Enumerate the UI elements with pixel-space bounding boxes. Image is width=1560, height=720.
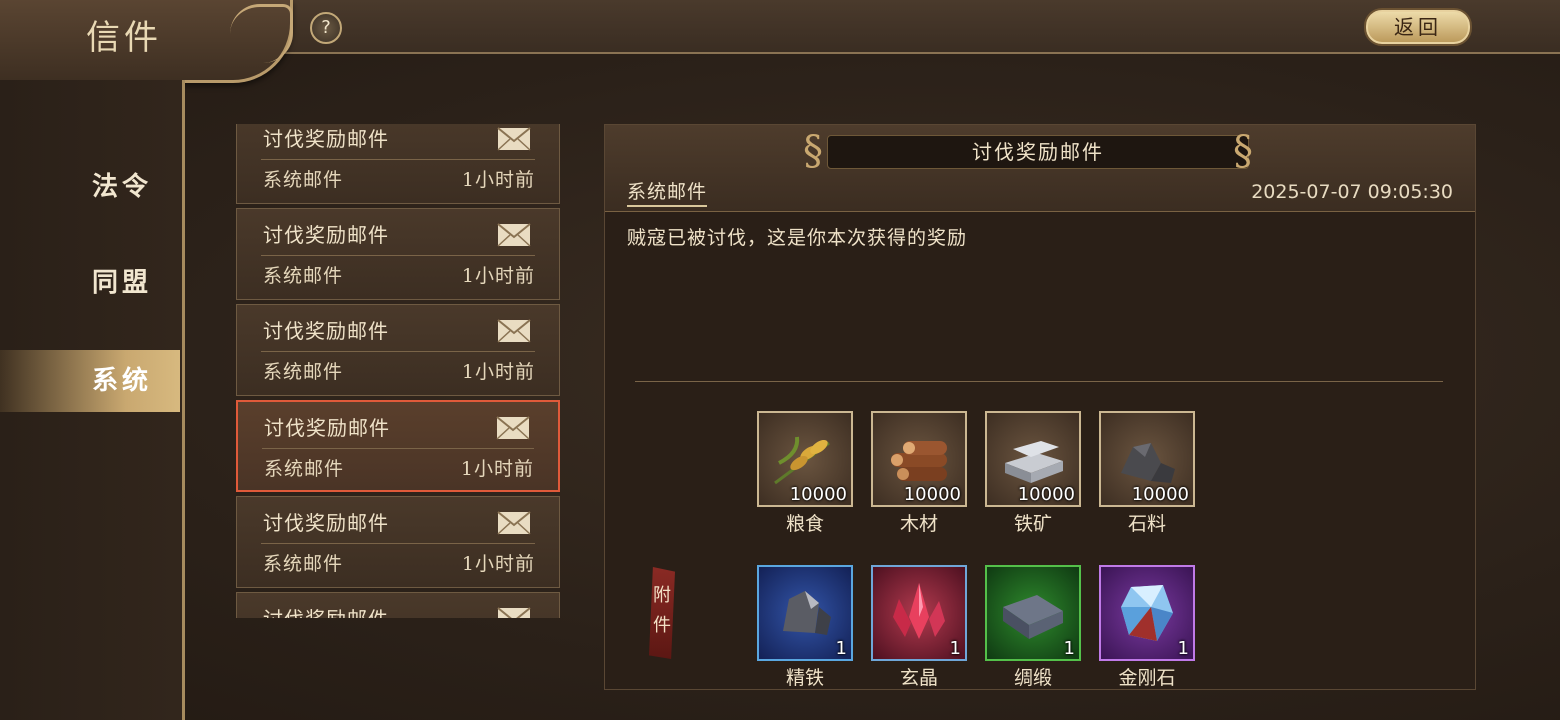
attachment-item-stone[interactable]: 10000 石料 (1099, 411, 1195, 535)
mail-title: 讨伐奖励邮件 (264, 416, 390, 440)
attachment-item-refined-iron[interactable]: 1 精铁 (757, 565, 853, 689)
item-name: 木材 (899, 513, 938, 535)
mail-time: 1小时前 (461, 169, 535, 191)
item-frame: 10000 (985, 411, 1081, 507)
item-name: 铁矿 (1013, 513, 1052, 535)
divider (262, 448, 534, 449)
divider (261, 351, 535, 352)
mail-title: 讨伐奖励邮件 (263, 511, 389, 535)
item-frame: 1 (1099, 565, 1195, 661)
nav-item-system[interactable]: 系统 (0, 350, 180, 412)
mail-title: 讨伐奖励邮件 (263, 603, 389, 618)
item-count: 1 (1063, 638, 1075, 659)
attachment-item-crystal[interactable]: 1 玄晶 (871, 565, 967, 689)
mail-sender: 系统邮件 (263, 553, 344, 575)
divider (261, 255, 535, 256)
envelope-icon (497, 127, 531, 151)
item-frame: 10000 (1099, 411, 1195, 507)
item-name: 精铁 (785, 667, 824, 689)
attachment-item-diamond[interactable]: 1 金刚石 (1099, 565, 1195, 689)
mail-title: 讨伐奖励邮件 (263, 127, 389, 151)
mail-time: 1小时前 (461, 265, 535, 287)
mail-list-item[interactable]: 讨伐奖励邮件 (236, 592, 560, 618)
attachment-item-wood[interactable]: 10000 木材 (871, 411, 967, 535)
detail-timestamp: 2025-07-07 09:05:30 (1251, 181, 1453, 203)
item-frame: 1 (757, 565, 853, 661)
category-sidebar: 法令 同盟 系统 (0, 80, 185, 720)
item-name: 石料 (1127, 513, 1166, 535)
diamond-icon (1121, 585, 1173, 641)
mail-sender: 系统邮件 (263, 169, 344, 191)
mail-list-item[interactable]: 讨伐奖励邮件 系统邮件 1小时前 (236, 304, 560, 396)
attachment-item-iron-ore[interactable]: 10000 铁矿 (985, 411, 1081, 535)
scroll-ornament-icon: § (1233, 128, 1253, 174)
envelope-icon (497, 319, 531, 343)
nav-item-decree[interactable]: 法令 (0, 156, 180, 218)
item-count: 10000 (1017, 484, 1075, 505)
divider (261, 159, 535, 160)
attachment-tag: 附件 (649, 567, 675, 659)
item-count: 1 (949, 638, 961, 659)
crystal-icon (893, 583, 945, 639)
item-frame: 1 (871, 565, 967, 661)
page-title: 信件 (86, 18, 162, 58)
back-button[interactable]: 返回 (1364, 8, 1472, 46)
nav-item-alliance[interactable]: 同盟 (0, 252, 180, 314)
detail-title: 讨伐奖励邮件 (827, 135, 1249, 169)
detail-body-text: 贼寇已被讨伐，这是你本次获得的奖励 (627, 227, 968, 249)
silk-icon (1003, 595, 1063, 639)
mail-time: 1小时前 (461, 361, 535, 383)
mail-title: 讨伐奖励邮件 (263, 223, 389, 247)
item-name: 金刚石 (1118, 667, 1176, 689)
detail-sender: 系统邮件 (627, 177, 708, 207)
mail-time: 1小时前 (460, 458, 534, 480)
item-name: 粮食 (785, 513, 824, 535)
item-name: 玄晶 (899, 667, 938, 689)
divider (261, 543, 535, 544)
item-count: 10000 (789, 484, 847, 505)
swirl-ornament-icon (230, 4, 293, 63)
mail-time: 1小时前 (461, 553, 535, 575)
item-count: 1 (835, 638, 847, 659)
envelope-icon (497, 511, 531, 535)
item-count: 10000 (1131, 484, 1189, 505)
refined-iron-icon (783, 591, 831, 635)
attachment-item-silk[interactable]: 1 绸缎 (985, 565, 1081, 689)
envelope-icon (497, 607, 531, 618)
mail-list-item[interactable]: 讨伐奖励邮件 系统邮件 1小时前 (236, 124, 560, 204)
item-frame: 1 (985, 565, 1081, 661)
mail-detail-panel: § 讨伐奖励邮件 § 系统邮件 2025-07-07 09:05:30 贼寇已被… (604, 124, 1476, 690)
mail-list-item-selected[interactable]: 讨伐奖励邮件 系统邮件 1小时前 (236, 400, 560, 492)
mail-sender: 系统邮件 (263, 265, 344, 287)
item-frame: 10000 (757, 411, 853, 507)
divider (635, 381, 1443, 382)
detail-header: § 讨伐奖励邮件 § 系统邮件 2025-07-07 09:05:30 (605, 125, 1475, 212)
attachment-item-grain[interactable]: 10000 粮食 (757, 411, 853, 535)
item-count: 10000 (903, 484, 961, 505)
mail-sender: 系统邮件 (264, 458, 345, 480)
item-count: 1 (1177, 638, 1189, 659)
mail-list-item[interactable]: 讨伐奖励邮件 系统邮件 1小时前 (236, 496, 560, 588)
help-button[interactable]: ? (310, 12, 342, 44)
envelope-icon (497, 223, 531, 247)
item-frame: 10000 (871, 411, 967, 507)
envelope-icon (496, 416, 530, 440)
item-name: 绸缎 (1013, 667, 1052, 689)
mail-sender: 系统邮件 (263, 361, 344, 383)
mail-list-item[interactable]: 讨伐奖励邮件 系统邮件 1小时前 (236, 208, 560, 300)
mail-list[interactable]: 讨伐奖励邮件 系统邮件 1小时前 讨伐奖励邮件 系统邮件 1小时前 讨伐奖励邮件… (236, 124, 562, 618)
mail-title: 讨伐奖励邮件 (263, 319, 389, 343)
